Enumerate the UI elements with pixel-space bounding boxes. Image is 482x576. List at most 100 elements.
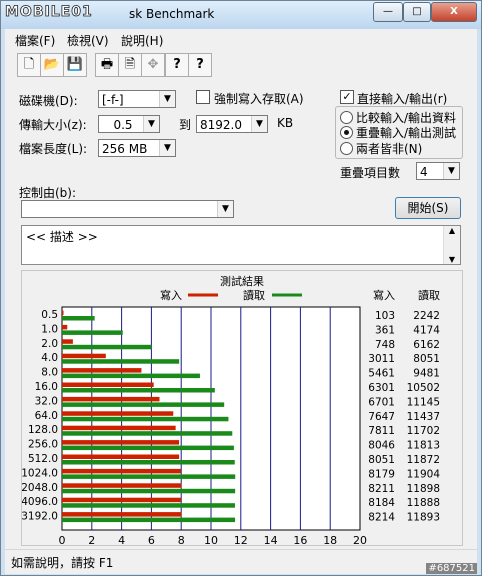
write-bar (62, 483, 182, 488)
start-button[interactable]: 開始(S) (395, 197, 461, 219)
x-tick-label: 10 (204, 534, 218, 545)
write-bar (62, 497, 182, 503)
read-value-label: 2242 (413, 310, 440, 322)
radio-neither-label: 兩者皆非(N) (356, 142, 423, 156)
scroll-down-icon[interactable]: ▼ (444, 255, 460, 264)
y-tick-label: 2048.0 (22, 482, 58, 494)
watermark: #687521 (426, 563, 477, 574)
minimize-button[interactable]: — (373, 2, 403, 22)
file-length-value: 256 MB (102, 142, 148, 156)
x-tick-label: 12 (234, 534, 248, 545)
read-value-label: 11872 (407, 454, 440, 466)
radio-compare-io[interactable] (340, 111, 353, 124)
y-tick-label: 4096.0 (22, 496, 58, 508)
close-button[interactable]: X (431, 2, 477, 22)
move-icon[interactable]: ✥ (141, 53, 165, 77)
legend-write-label: 寫入 (160, 288, 182, 302)
y-tick-label: 3192.0 (22, 511, 58, 523)
title-bar[interactable]: MOBILE01 sk Benchmark — □ X (1, 1, 481, 29)
read-value-label: 11813 (407, 440, 440, 452)
read-value-label: 8051 (413, 353, 440, 365)
transfer-from-select[interactable]: 0.5 ▼ (98, 115, 160, 133)
write-bar (62, 512, 182, 517)
chevron-down-icon: ▼ (159, 140, 175, 156)
print-preview-icon[interactable]: 🗎 (118, 53, 142, 77)
scroll-up-icon[interactable]: ▲ (444, 226, 460, 235)
write-bar (62, 339, 73, 344)
save-icon[interactable]: 💾 (63, 53, 87, 77)
write-value-label: 748 (375, 339, 395, 351)
y-tick-label: 1.0 (41, 323, 58, 335)
write-value-label: 3011 (368, 353, 395, 365)
read-bar (62, 359, 180, 364)
controlled-by-select[interactable]: ▼ (21, 200, 234, 218)
controlled-by-label: 控制由(b): (19, 186, 77, 200)
queue-depth-value: 4 (420, 165, 428, 179)
y-tick-label: 512.0 (28, 453, 58, 465)
x-tick-label: 0 (59, 534, 66, 545)
context-help-icon[interactable]: ? (188, 53, 212, 77)
write-bar (62, 411, 174, 416)
radio-neither[interactable] (340, 142, 353, 155)
read-value-label: 11888 (407, 497, 440, 509)
write-value-label: 8184 (368, 497, 395, 509)
transfer-to-value: 8192.0 (200, 118, 242, 132)
write-value-label: 361 (375, 324, 395, 336)
x-tick-label: 2 (88, 534, 95, 545)
new-file-icon[interactable]: 🗋 (17, 53, 41, 77)
chevron-down-icon: ▼ (159, 91, 175, 107)
results-panel: 測試結果寫入讀取寫入讀取02468101214161820傳輸速率 - MB /… (21, 270, 463, 561)
read-bar (62, 431, 233, 436)
description-box[interactable]: << 描述 >> ▲ ▼ (21, 225, 461, 265)
read-bar (62, 316, 95, 321)
chevron-down-icon: ▼ (143, 116, 159, 132)
read-bar (62, 517, 236, 523)
radio-overlapped-io[interactable] (340, 126, 353, 139)
y-tick-label: 256.0 (28, 439, 58, 451)
write-value-label: 8179 (368, 468, 395, 480)
force-write-label: 強制寫入存取(A) (214, 92, 304, 106)
status-bar: 如需說明，請按 F1 (5, 549, 477, 574)
transfer-size-label: 傳輸大小(z): (19, 118, 87, 132)
menu-file[interactable]: 檔案(F) (15, 32, 55, 49)
y-tick-label: 8.0 (41, 367, 58, 379)
direct-io-checkbox[interactable]: ✓ (340, 90, 354, 104)
write-value-label: 5461 (368, 368, 395, 380)
print-icon[interactable]: 🖶 (95, 53, 119, 77)
menu-help[interactable]: 說明(H) (121, 32, 163, 49)
write-bar (62, 382, 154, 387)
y-tick-label: 1024.0 (22, 467, 58, 479)
open-folder-icon[interactable]: 📂 (40, 53, 64, 77)
menu-view[interactable]: 檢視(V) (67, 32, 109, 49)
read-bar (62, 445, 234, 451)
write-bar (62, 454, 180, 459)
window-title: sk Benchmark (129, 7, 215, 21)
mobile01-logo: MOBILE01 (5, 4, 93, 21)
maximize-button[interactable]: □ (403, 2, 431, 22)
y-tick-label: 16.0 (35, 381, 58, 393)
help-icon[interactable]: ? (165, 53, 189, 77)
description-scrollbar[interactable]: ▲ ▼ (443, 226, 460, 264)
write-bar (62, 324, 68, 330)
write-value-label: 7811 (368, 425, 395, 437)
y-tick-label: 2.0 (41, 338, 58, 350)
read-bar (62, 488, 236, 494)
transfer-to-select[interactable]: 8192.0 ▼ (196, 115, 268, 133)
drive-select[interactable]: [-f-] ▼ (98, 90, 176, 108)
y-tick-label: 128.0 (28, 424, 58, 436)
x-tick-label: 6 (148, 534, 155, 545)
read-value-label: 11145 (407, 396, 440, 408)
read-value-label: 10502 (407, 382, 440, 394)
description-text: << 描述 >> (26, 230, 98, 244)
transfer-to-label: 到 (179, 118, 192, 132)
queue-depth-select[interactable]: 4 ▼ (416, 162, 460, 180)
x-tick-label: 14 (264, 534, 278, 545)
y-tick-label: 0.5 (41, 309, 58, 321)
write-value-label: 8051 (368, 454, 395, 466)
file-length-select[interactable]: 256 MB ▼ (98, 139, 176, 157)
read-bar (62, 402, 225, 407)
write-bar (62, 468, 182, 474)
force-write-checkbox[interactable] (196, 90, 210, 104)
queue-depth-label: 重疊項目數 (340, 166, 401, 180)
write-value-label: 8214 (368, 512, 395, 524)
